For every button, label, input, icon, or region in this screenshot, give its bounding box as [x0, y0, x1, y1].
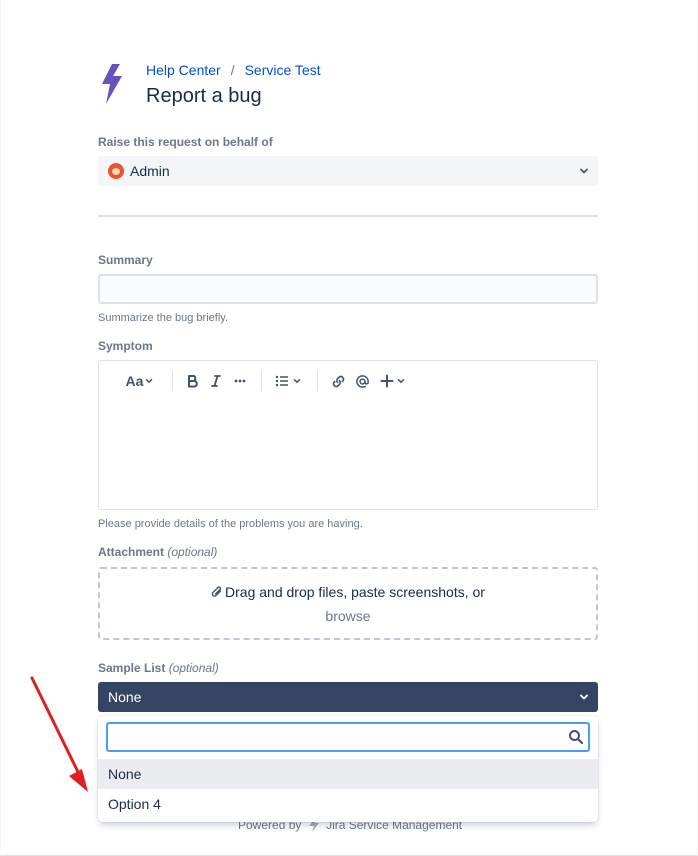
- mention-button[interactable]: [352, 371, 372, 391]
- chevron-down-icon: [580, 168, 588, 174]
- attachment-label-text: Attachment: [98, 545, 165, 559]
- avatar: [108, 163, 124, 179]
- text-style-button[interactable]: Aa: [123, 371, 157, 391]
- list-button[interactable]: [273, 371, 303, 391]
- dropzone-text: Drag and drop files, paste screenshots, …: [100, 583, 596, 601]
- sample-list-dropdown-menu: None Option 4: [98, 716, 598, 822]
- link-button[interactable]: [328, 371, 348, 391]
- behalf-select[interactable]: Admin: [98, 156, 598, 186]
- more-formatting-button[interactable]: [230, 371, 250, 391]
- more-icon: [234, 379, 246, 383]
- breadcrumb-service-test[interactable]: Service Test: [245, 62, 321, 78]
- attachment-label: Attachment (optional): [98, 545, 217, 559]
- sample-list-label: Sample List (optional): [98, 661, 219, 675]
- behalf-value: Admin: [130, 163, 170, 179]
- summary-input[interactable]: [98, 274, 598, 304]
- insert-button[interactable]: [377, 371, 409, 391]
- sample-list-optional: (optional): [168, 661, 219, 675]
- dropdown-search: [106, 722, 590, 752]
- bold-icon: [188, 375, 198, 388]
- page-title: Report a bug: [146, 85, 262, 107]
- mention-icon: [355, 374, 369, 388]
- dropzone-instruction: Drag and drop files, paste screenshots, …: [225, 584, 485, 600]
- sample-list-select[interactable]: None: [98, 682, 598, 712]
- section-divider: [98, 215, 598, 217]
- bullet-list-icon: [275, 375, 288, 387]
- editor-toolbar: Aa: [99, 361, 597, 401]
- portal-header: Help Center / Service Test Report a bug: [98, 62, 598, 112]
- text-style-label: Aa: [125, 373, 144, 389]
- breadcrumb: Help Center / Service Test: [146, 62, 321, 78]
- symptom-editor-content[interactable]: [99, 401, 597, 509]
- chevron-down-icon: [293, 379, 300, 384]
- behalf-label: Raise this request on behalf of: [98, 135, 273, 149]
- symptom-help: Please provide details of the problems y…: [98, 518, 363, 530]
- plus-icon: [380, 374, 394, 388]
- dropdown-option-none[interactable]: None: [98, 759, 598, 789]
- attachment-optional: (optional): [167, 545, 218, 559]
- dropdown-search-input[interactable]: [108, 724, 558, 750]
- browse-link[interactable]: browse: [100, 607, 596, 625]
- italic-icon: [211, 375, 221, 387]
- toolbar-divider: [317, 371, 318, 391]
- symptom-label: Symptom: [98, 339, 153, 353]
- symptom-editor: Aa: [98, 360, 598, 510]
- summary-help: Summarize the bug briefly.: [98, 312, 229, 324]
- chevron-down-icon: [146, 379, 153, 384]
- sample-list-value: None: [108, 689, 142, 705]
- bold-button[interactable]: [183, 371, 203, 391]
- link-icon: [332, 375, 344, 387]
- attachment-dropzone[interactable]: Drag and drop files, paste screenshots, …: [98, 567, 598, 640]
- toolbar-divider: [261, 371, 262, 391]
- toolbar-divider: [172, 371, 173, 391]
- breadcrumb-help-center[interactable]: Help Center: [146, 62, 221, 78]
- italic-button[interactable]: [206, 371, 226, 391]
- chevron-down-icon: [397, 379, 405, 384]
- dropdown-option-4[interactable]: Option 4: [98, 789, 598, 819]
- breadcrumb-separator: /: [230, 62, 235, 78]
- chevron-down-icon: [580, 694, 588, 700]
- search-icon: [569, 730, 584, 745]
- lightning-bolt-logo: [102, 64, 122, 104]
- sample-list-label-text: Sample List: [98, 661, 166, 675]
- summary-label: Summary: [98, 253, 153, 267]
- paperclip-icon: [211, 586, 222, 597]
